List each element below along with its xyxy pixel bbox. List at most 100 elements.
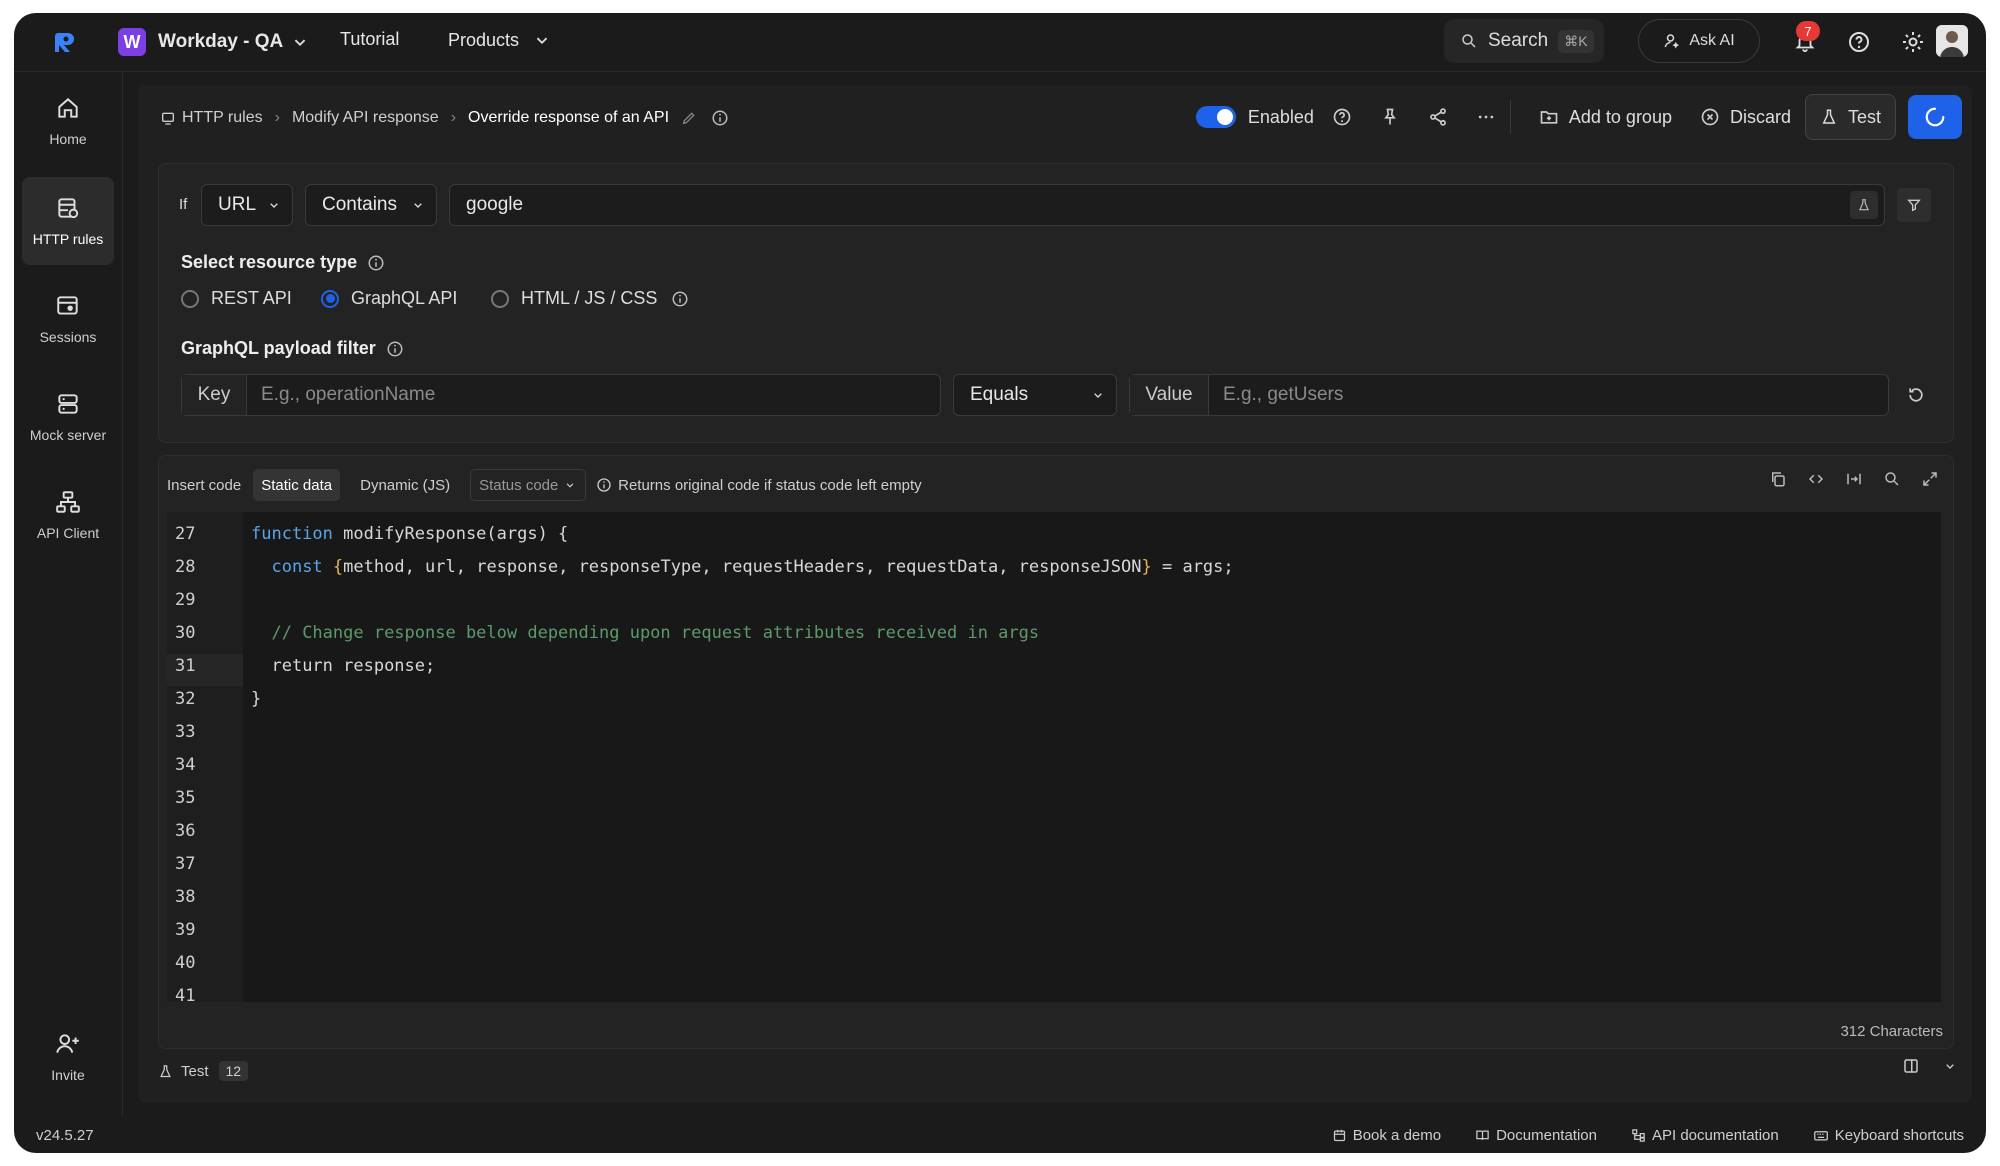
insert-code-label: Insert code xyxy=(167,476,242,494)
code-format-icon[interactable] xyxy=(1807,470,1825,488)
workspace-badge: W xyxy=(118,28,146,56)
tab-dynamic-js[interactable]: Dynamic (JS) xyxy=(352,469,458,501)
status-code-hint: Returns original code if status code lef… xyxy=(618,476,922,494)
radio-graphql-api[interactable]: GraphQL API xyxy=(321,288,457,309)
expand-icon[interactable] xyxy=(1921,470,1939,488)
sessions-icon xyxy=(57,296,78,315)
status-code-placeholder: Status code xyxy=(479,476,559,494)
url-match-value: google xyxy=(466,194,524,215)
source-select[interactable]: URL xyxy=(201,184,293,226)
code-line: return response; xyxy=(251,656,435,676)
radio-circle-selected xyxy=(321,289,339,308)
panel-layout-icon[interactable] xyxy=(1902,1057,1920,1075)
ask-ai-button[interactable]: Ask AI xyxy=(1638,19,1760,63)
rules-icon xyxy=(162,112,174,125)
app-logo-icon[interactable] xyxy=(50,27,80,57)
sidebar-item-label: Mock server xyxy=(29,427,107,443)
settings-button[interactable] xyxy=(1898,27,1928,57)
search-icon[interactable] xyxy=(1883,470,1901,488)
test-url-button[interactable] xyxy=(1850,191,1878,219)
sidebar-item-mock-server[interactable]: Mock server xyxy=(22,373,114,461)
bottom-test-panel-toggle[interactable]: Test 12 xyxy=(158,1061,249,1081)
discard-button[interactable]: Discard xyxy=(1686,95,1805,139)
info-icon[interactable] xyxy=(386,340,404,358)
help-icon xyxy=(1849,32,1869,52)
operator-value: Contains xyxy=(322,194,397,215)
share-icon[interactable] xyxy=(1428,107,1448,127)
breadcrumb-http-rules[interactable]: HTTP rules xyxy=(182,109,263,127)
api-tree-icon xyxy=(1632,1128,1645,1142)
rule-editor-panel: HTTP rules › Modify API response › Overr… xyxy=(138,85,1972,1103)
keyboard-icon xyxy=(1813,1130,1828,1140)
line-number: 32 xyxy=(175,689,196,709)
radio-html-js-css[interactable]: HTML / JS / CSS xyxy=(491,288,689,309)
url-match-input[interactable]: google xyxy=(449,184,1885,226)
flask-icon xyxy=(160,1064,171,1077)
filter-button[interactable] xyxy=(1897,188,1931,222)
help-button[interactable] xyxy=(1844,27,1874,57)
test-label: Test xyxy=(1847,106,1881,127)
save-button[interactable] xyxy=(1908,95,1962,139)
workspace-switcher[interactable]: W Workday - QA xyxy=(118,26,311,58)
nav-tutorial[interactable]: Tutorial xyxy=(340,29,399,50)
chevron-right-icon: › xyxy=(274,109,280,126)
enabled-toggle[interactable] xyxy=(1195,106,1236,128)
enabled-label: Enabled xyxy=(1247,106,1314,127)
line-number: 40 xyxy=(175,953,196,973)
code-area[interactable]: 27 28 29 30 31 32 33 34 35 36 37 38 39 4… xyxy=(167,512,1941,1006)
info-icon[interactable] xyxy=(367,254,385,272)
resource-type-heading: Select resource type xyxy=(181,252,385,273)
value-placeholder: E.g., getUsers xyxy=(1223,384,1344,405)
user-avatar[interactable] xyxy=(1936,25,1968,57)
calendar-icon xyxy=(1333,1129,1345,1141)
test-button[interactable]: Test xyxy=(1804,94,1896,140)
api-documentation-link[interactable]: API documentation xyxy=(1631,1127,1779,1144)
sidebar-item-label: HTTP rules xyxy=(32,231,104,247)
code-text: method, url, response, responseType, req… xyxy=(343,557,1142,577)
tab-static-data[interactable]: Static data xyxy=(253,469,341,501)
code-text: = args; xyxy=(1151,557,1234,577)
nav-products[interactable]: Products xyxy=(448,29,553,51)
graphql-key-field[interactable]: Key E.g., operationName xyxy=(181,374,941,416)
breadcrumb-rule-name: Override response of an API xyxy=(468,109,670,126)
radio-rest-api[interactable]: REST API xyxy=(181,288,292,309)
keyboard-shortcuts-label: Keyboard shortcuts xyxy=(1834,1126,1964,1144)
sidebar-item-sessions[interactable]: Sessions xyxy=(22,275,114,363)
key-label: Key xyxy=(182,375,247,415)
add-to-group-button[interactable]: Add to group xyxy=(1525,95,1686,139)
more-options-icon[interactable] xyxy=(1476,107,1496,127)
chevron-right-icon: › xyxy=(450,109,457,126)
search-button[interactable]: Search ⌘K xyxy=(1444,19,1604,63)
info-icon[interactable] xyxy=(711,109,729,127)
operator-select[interactable]: Contains xyxy=(305,184,437,226)
sidebar-item-label: Home xyxy=(49,131,87,147)
sidebar-item-home[interactable]: Home xyxy=(22,77,114,165)
app-window: W Workday - QA Tutorial Products Search … xyxy=(14,13,1986,1153)
value-label: Value xyxy=(1130,375,1209,415)
copy-icon[interactable] xyxy=(1769,470,1787,488)
breadcrumb-modify-api-response[interactable]: Modify API response xyxy=(292,109,439,127)
flask-icon xyxy=(1859,199,1869,211)
book-demo-link[interactable]: Book a demo xyxy=(1332,1127,1441,1144)
documentation-link[interactable]: Documentation xyxy=(1475,1127,1597,1144)
breadcrumb: HTTP rules › Modify API response › Overr… xyxy=(160,109,729,127)
edit-pencil-icon[interactable] xyxy=(681,110,697,126)
chevron-down-icon[interactable] xyxy=(1942,1058,1958,1074)
invite-button[interactable]: Invite xyxy=(22,1013,114,1101)
filter-icon xyxy=(1907,199,1921,212)
line-number: 35 xyxy=(175,788,196,808)
code-keyword: const xyxy=(271,557,323,577)
code-comment: // Change response below depending upon … xyxy=(271,623,1040,643)
graphql-operator-select[interactable]: Equals xyxy=(953,374,1117,416)
help-icon[interactable] xyxy=(1332,107,1352,127)
line-number: 41 xyxy=(175,986,196,1006)
sidebar-item-http-rules[interactable]: HTTP rules xyxy=(22,177,114,265)
keyboard-shortcuts-link[interactable]: Keyboard shortcuts xyxy=(1813,1127,1964,1144)
reset-filter-button[interactable] xyxy=(1903,382,1929,408)
sidebar-item-api-client[interactable]: API Client xyxy=(22,471,114,559)
pin-icon[interactable] xyxy=(1380,107,1400,127)
graphql-value-field[interactable]: Value E.g., getUsers xyxy=(1129,374,1889,416)
word-wrap-icon[interactable] xyxy=(1845,470,1863,488)
info-icon[interactable] xyxy=(671,290,689,308)
status-code-select[interactable]: Status code xyxy=(470,469,587,501)
